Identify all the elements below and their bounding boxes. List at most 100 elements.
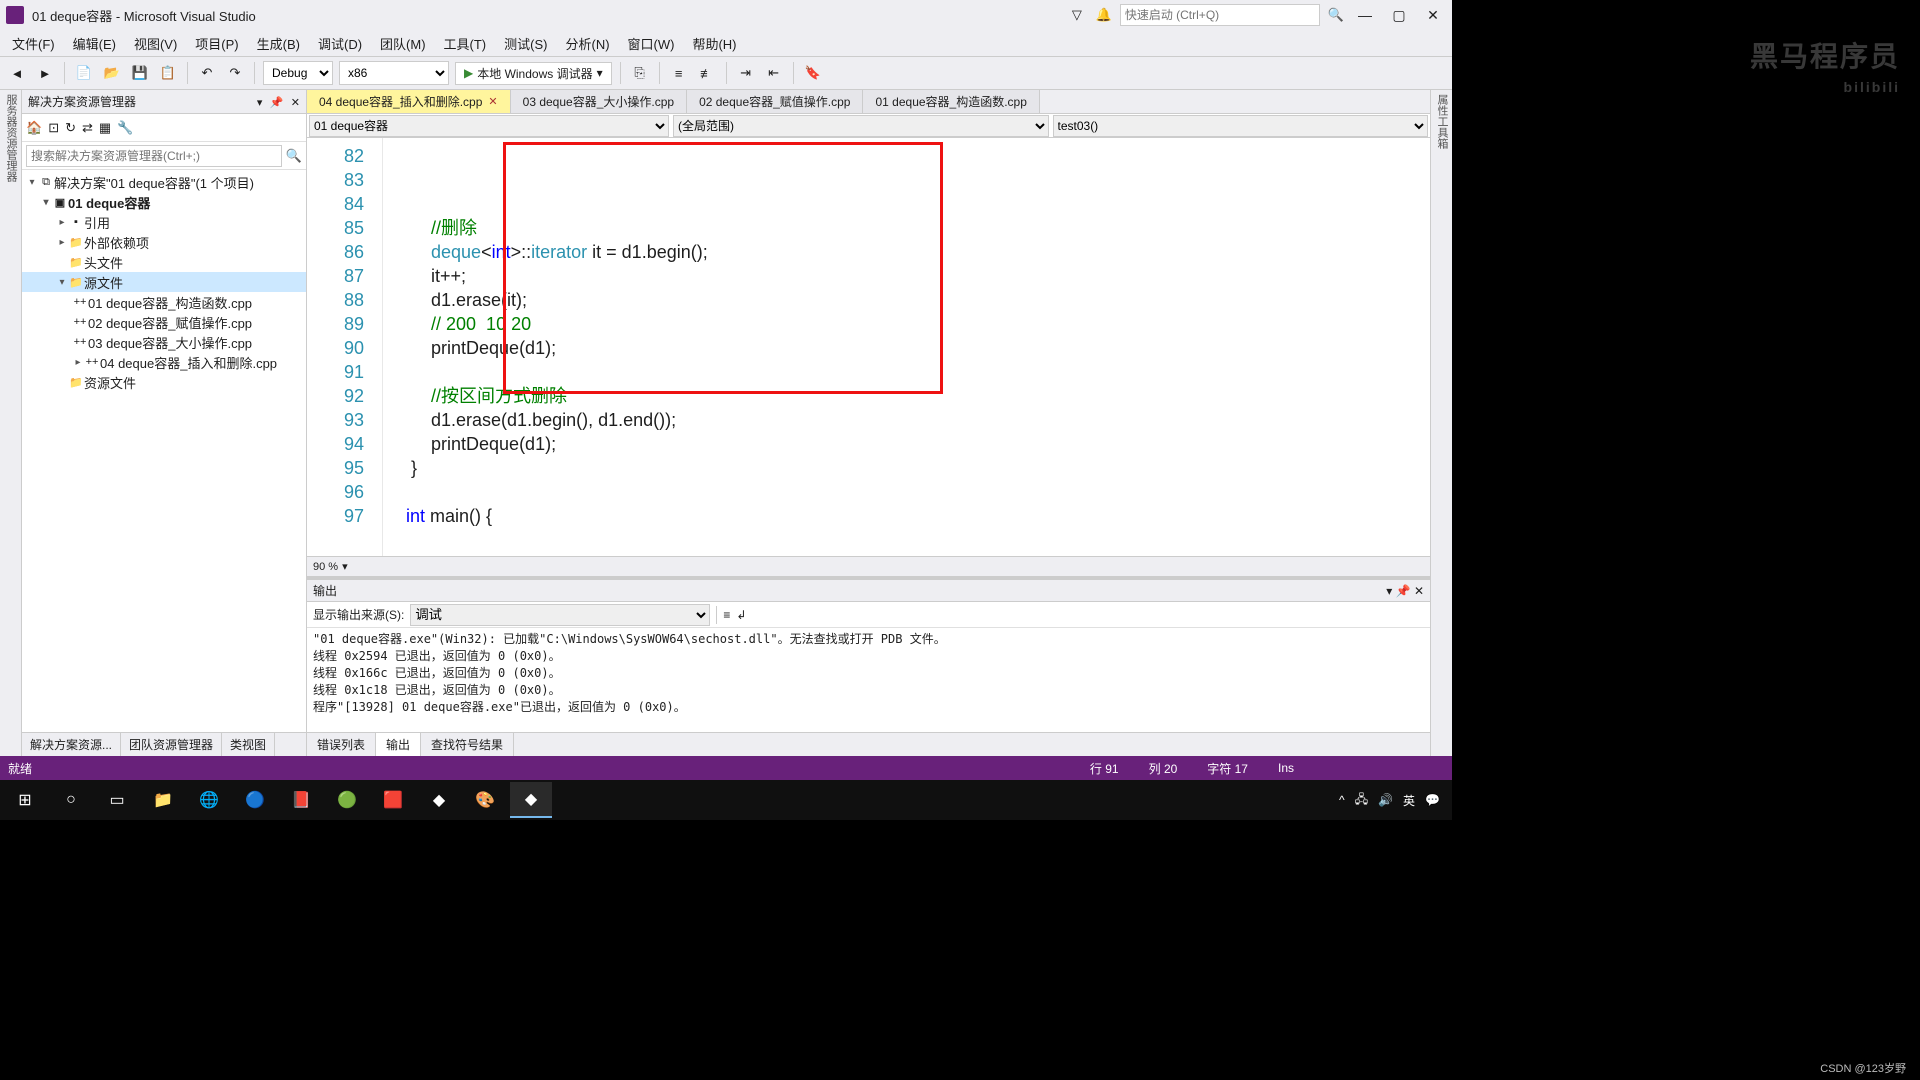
- source-file[interactable]: ++01 deque容器_构造函数.cpp: [22, 292, 306, 312]
- task-view-icon[interactable]: ▭: [96, 782, 138, 818]
- redo-button[interactable]: ↷: [224, 62, 246, 84]
- outdent-button[interactable]: ⇤: [763, 62, 785, 84]
- vs-icon[interactable]: ◆: [418, 782, 460, 818]
- tab-team-explorer[interactable]: 团队资源管理器: [121, 733, 222, 756]
- code-line[interactable]: it++;: [391, 264, 1422, 288]
- app-icon[interactable]: 🔵: [234, 782, 276, 818]
- maximize-button[interactable]: ▢: [1386, 7, 1412, 24]
- save-all-button[interactable]: 📋: [157, 62, 179, 84]
- new-button[interactable]: 📄: [73, 62, 95, 84]
- notification-icon[interactable]: 💬: [1425, 793, 1440, 807]
- search-icon[interactable]: 🔍: [286, 148, 302, 164]
- app-icon[interactable]: 🟢: [326, 782, 368, 818]
- quick-launch-input[interactable]: [1120, 4, 1320, 26]
- menu-item[interactable]: 文件(F): [4, 31, 63, 56]
- save-button[interactable]: 💾: [129, 62, 151, 84]
- close-button[interactable]: ✕: [1420, 7, 1446, 24]
- show-all-icon[interactable]: ▦: [99, 120, 111, 136]
- network-icon[interactable]: 🖧: [1355, 790, 1368, 811]
- step-icon[interactable]: ⎘: [629, 62, 651, 84]
- output-text[interactable]: "01 deque容器.exe"(Win32): 已加载"C:\Windows\…: [307, 628, 1430, 732]
- doc-tab-active[interactable]: 04 deque容器_插入和删除.cpp✕: [307, 90, 511, 113]
- code-editor[interactable]: 82838485868788899091929394959697 //删除 de…: [307, 138, 1430, 556]
- menu-item[interactable]: 帮助(H): [684, 31, 744, 56]
- solution-search-input[interactable]: [26, 145, 282, 167]
- vs-running-icon[interactable]: ◆: [510, 782, 552, 818]
- project-node[interactable]: ▾▣01 deque容器: [22, 192, 306, 212]
- source-file[interactable]: ++02 deque容器_赋值操作.cpp: [22, 312, 306, 332]
- menu-item[interactable]: 视图(V): [126, 31, 185, 56]
- code-line[interactable]: d1.erase(d1.begin(), d1.end());: [391, 408, 1422, 432]
- zoom-bar[interactable]: 90 %▾: [307, 556, 1430, 576]
- doc-tab[interactable]: 02 deque容器_赋值操作.cpp: [687, 90, 863, 113]
- word-wrap-icon[interactable]: ↲: [736, 608, 746, 622]
- sync-icon[interactable]: ⇄: [82, 120, 93, 136]
- tab-error-list[interactable]: 错误列表: [307, 733, 376, 756]
- menu-item[interactable]: 调试(D): [310, 31, 370, 56]
- close-panel-icon[interactable]: ✕: [291, 97, 300, 109]
- tab-output[interactable]: 输出: [376, 733, 421, 756]
- code-line[interactable]: //删除: [391, 216, 1422, 240]
- start-debug-button[interactable]: ▶本地 Windows 调试器▾: [455, 62, 612, 85]
- system-tray[interactable]: ^ 🖧 🔊 英 💬: [1331, 790, 1448, 811]
- undo-button[interactable]: ↶: [196, 62, 218, 84]
- uncomment-button[interactable]: ≢: [696, 62, 718, 84]
- code-text[interactable]: //删除 deque<int>::iterator it = d1.begin(…: [383, 138, 1430, 556]
- menu-item[interactable]: 生成(B): [249, 31, 308, 56]
- code-line[interactable]: d1.erase(it);: [391, 288, 1422, 312]
- properties-icon[interactable]: 🔧: [117, 120, 133, 136]
- references-node[interactable]: ▸▪引用: [22, 212, 306, 232]
- filter-icon[interactable]: ▽: [1072, 7, 1088, 23]
- tab-solution-explorer[interactable]: 解决方案资源...: [22, 733, 121, 756]
- bookmark-icon[interactable]: 🔖: [802, 62, 824, 84]
- doc-tab[interactable]: 03 deque容器_大小操作.cpp: [511, 90, 687, 113]
- code-line[interactable]: [391, 528, 1422, 552]
- home-icon[interactable]: 🏠: [26, 120, 42, 136]
- code-line[interactable]: printDeque(d1);: [391, 336, 1422, 360]
- server-explorer-tab[interactable]: 服务器资源管理器: [3, 94, 19, 752]
- config-select[interactable]: Debug: [263, 61, 333, 85]
- tab-class-view[interactable]: 类视图: [222, 733, 275, 756]
- dropdown-icon[interactable]: ▾: [1386, 584, 1392, 598]
- refresh-icon[interactable]: ↻: [65, 120, 76, 136]
- code-line[interactable]: }: [391, 456, 1422, 480]
- source-file[interactable]: ++03 deque容器_大小操作.cpp: [22, 332, 306, 352]
- left-vertical-tabs[interactable]: 服务器资源管理器 数据源: [0, 90, 22, 756]
- doc-tab[interactable]: 01 deque容器_构造函数.cpp: [863, 90, 1039, 113]
- output-source-select[interactable]: 调试: [410, 604, 710, 626]
- ime-icon[interactable]: 英: [1403, 792, 1415, 809]
- file-explorer-icon[interactable]: 📁: [142, 782, 184, 818]
- back-button[interactable]: ◄: [6, 62, 28, 84]
- clear-icon[interactable]: ≡: [723, 608, 730, 622]
- member-select[interactable]: test03(): [1053, 115, 1429, 137]
- type-select[interactable]: (全局范围): [673, 115, 1049, 137]
- close-icon[interactable]: ✕: [488, 95, 497, 108]
- menu-item[interactable]: 团队(M): [372, 31, 434, 56]
- code-line[interactable]: deque<int>::iterator it = d1.begin();: [391, 240, 1422, 264]
- open-button[interactable]: 📂: [101, 62, 123, 84]
- code-line[interactable]: int main() {: [391, 504, 1422, 528]
- code-line[interactable]: [391, 360, 1422, 384]
- menu-item[interactable]: 窗口(W): [620, 31, 683, 56]
- app-icon[interactable]: 🟥: [372, 782, 414, 818]
- minimize-button[interactable]: —: [1352, 7, 1378, 23]
- start-button[interactable]: ⊞: [4, 782, 46, 818]
- tray-up-icon[interactable]: ^: [1339, 793, 1345, 807]
- resources-node[interactable]: 📁资源文件: [22, 372, 306, 392]
- right-vertical-tab[interactable]: 属性工具箱: [1430, 90, 1452, 756]
- menu-item[interactable]: 工具(T): [436, 31, 495, 56]
- menu-item[interactable]: 编辑(E): [65, 31, 124, 56]
- menu-item[interactable]: 测试(S): [496, 31, 555, 56]
- menu-item[interactable]: 分析(N): [557, 31, 617, 56]
- notifications-icon[interactable]: 🔔: [1096, 7, 1112, 23]
- dropdown-icon[interactable]: ▾: [257, 97, 263, 109]
- solution-node[interactable]: ▾⧉解决方案"01 deque容器"(1 个项目): [22, 172, 306, 192]
- scope-select[interactable]: 01 deque容器: [309, 115, 669, 137]
- browser-icon[interactable]: 🌐: [188, 782, 230, 818]
- code-line[interactable]: printDeque(d1);: [391, 432, 1422, 456]
- pin-icon[interactable]: 📌: [270, 97, 284, 109]
- external-deps-node[interactable]: ▸📁外部依赖项: [22, 232, 306, 252]
- collapse-icon[interactable]: ⊡: [48, 120, 59, 136]
- comment-button[interactable]: ≡: [668, 62, 690, 84]
- forward-button[interactable]: ►: [34, 62, 56, 84]
